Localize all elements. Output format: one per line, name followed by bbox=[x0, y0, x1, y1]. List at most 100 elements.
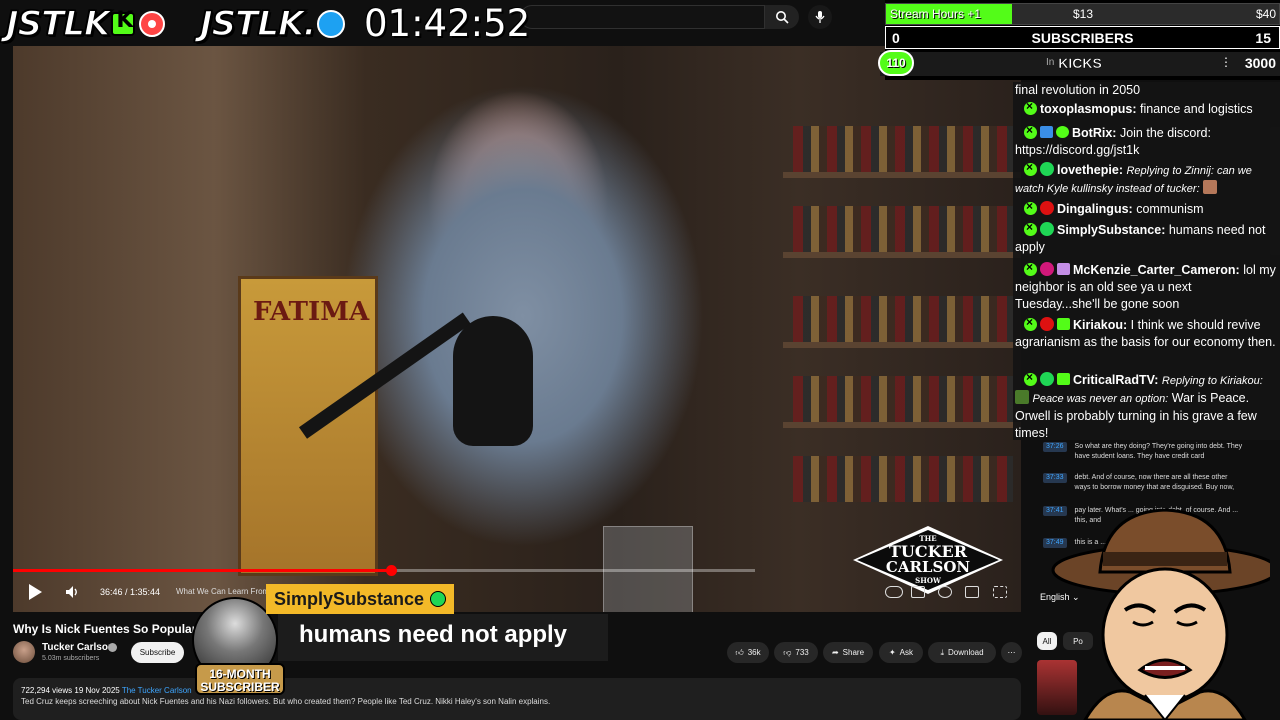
video-title: Why Is Nick Fuentes So Popular? N bbox=[13, 622, 216, 636]
video-progress-bar[interactable] bbox=[13, 565, 755, 576]
kebab-icon[interactable]: ⋮ bbox=[1220, 55, 1232, 69]
gift-badge-icon bbox=[1057, 263, 1070, 275]
chat-message: final revolution in 2050 bbox=[1015, 82, 1277, 99]
chat-message: BotRix: Join the discord: https://discor… bbox=[1015, 122, 1277, 159]
kick-badge-icon bbox=[1024, 98, 1037, 115]
progress-fill bbox=[13, 569, 392, 572]
more-actions-button[interactable]: ⋯ bbox=[1001, 642, 1022, 663]
video-description: Ted Cruz keeps screeching about Nick Fue… bbox=[21, 697, 551, 706]
kick-badge-icon bbox=[1024, 219, 1037, 236]
logo-carlson: CARLSON bbox=[885, 558, 971, 576]
kick-badge-icon bbox=[1024, 259, 1037, 276]
chat-username: lovethepie: bbox=[1057, 163, 1123, 177]
subscriber-alert-name: SimplySubstance bbox=[266, 584, 455, 614]
like-button[interactable]: 👍︎ 36k bbox=[727, 642, 769, 663]
sparkle-icon: ✦ bbox=[888, 648, 896, 657]
subscriber-alert-message: humans need not apply bbox=[278, 614, 608, 661]
chat-message: McKenzie_Carter_Cameron: lol my neighbor… bbox=[1015, 259, 1277, 313]
autoplay-toggle-icon[interactable] bbox=[885, 586, 903, 598]
thumbs-up-icon: 👍︎ bbox=[735, 647, 744, 657]
microphone bbox=[453, 316, 533, 446]
download-icon: ⤓ bbox=[940, 647, 944, 657]
chat-username: BotRix: bbox=[1072, 126, 1117, 140]
transcript-text: So what are they doing? They're going in… bbox=[1074, 443, 1243, 460]
share-label: Share bbox=[842, 648, 865, 657]
search-input[interactable] bbox=[520, 5, 765, 29]
transcript-row[interactable]: 37:26 So what are they doing? They're goi… bbox=[1043, 442, 1253, 462]
video-player[interactable]: FATIMA THE TUCKER CARLSON SHOW bbox=[13, 46, 1021, 612]
alert-username: SimplySubstance bbox=[274, 588, 425, 609]
chat-username: McKenzie_Carter_Cameron: bbox=[1073, 263, 1240, 277]
gift-badge-icon bbox=[1057, 318, 1070, 330]
brand-logo-twitter: JSTLK. bbox=[199, 3, 346, 45]
chat-message: CriticalRadTV: Replying to Kiriakou: Pea… bbox=[1015, 369, 1277, 440]
kicks-goal: In KICKS ⋮ 3000 110 bbox=[878, 50, 1280, 76]
channel-link[interactable]: The Tucker Carlson bbox=[122, 686, 192, 695]
search-button[interactable] bbox=[765, 5, 799, 29]
poster-text: FATIMA bbox=[253, 297, 370, 327]
thumbs-down-icon: 👎︎ bbox=[783, 647, 792, 657]
kick-badge-icon bbox=[1024, 159, 1037, 176]
shelf bbox=[783, 342, 1021, 348]
microphone-icon bbox=[815, 11, 825, 23]
transcript-row[interactable]: 37:33 debt. And of course, now there are … bbox=[1043, 473, 1253, 493]
more-icon: ⋯ bbox=[1007, 648, 1016, 657]
red-dot-icon bbox=[1040, 317, 1054, 331]
play-icon[interactable] bbox=[29, 584, 42, 600]
chat-username: Kiriakou: bbox=[1073, 318, 1128, 332]
channel-name[interactable]: Tucker Carlson bbox=[42, 642, 114, 653]
chat-text: final revolution in 2050 bbox=[1015, 83, 1141, 97]
subscribe-button[interactable]: Subscribe bbox=[131, 642, 184, 663]
download-label: Download bbox=[947, 648, 984, 657]
time-display: 36:46 / 1:35:44 bbox=[100, 587, 161, 597]
emote-icon bbox=[1203, 180, 1218, 194]
chat-username: SimplySubstance: bbox=[1057, 223, 1166, 237]
chat-overlay: final revolution in 2050 toxoplasmopus: … bbox=[1013, 82, 1280, 440]
kicks-count: 110 bbox=[878, 50, 914, 76]
chapter-title[interactable]: What We Can Learn From t bbox=[176, 587, 274, 596]
bookshelf bbox=[793, 296, 1013, 342]
red-dot-icon bbox=[1040, 201, 1054, 215]
video-meta: 722,294 views 19 Nov 2025 The Tucker Car… bbox=[21, 686, 192, 695]
shelf bbox=[783, 252, 1021, 258]
green-dot-icon bbox=[1040, 222, 1054, 236]
gift-badge-icon bbox=[1057, 373, 1070, 385]
kick-badge-icon bbox=[1024, 198, 1037, 215]
volume-icon[interactable] bbox=[65, 585, 81, 601]
kick-icon bbox=[111, 8, 136, 36]
twitter-icon bbox=[317, 10, 346, 38]
chat-reply-quote: Peace was never an option: bbox=[1032, 393, 1169, 405]
chat-message: toxoplasmopus: finance and logistics bbox=[1015, 98, 1277, 118]
kick-badge-icon bbox=[1024, 314, 1037, 331]
transcript-time: 37:33 bbox=[1043, 473, 1067, 483]
pink-dot-icon bbox=[1040, 262, 1054, 276]
chat-username: toxoplasmopus: bbox=[1040, 102, 1137, 116]
miniplayer-icon[interactable] bbox=[965, 586, 979, 598]
channel-avatar[interactable] bbox=[13, 641, 35, 663]
fullscreen-icon[interactable] bbox=[993, 586, 1007, 598]
verified-icon bbox=[108, 643, 117, 652]
chat-message: lovethepie: Replying to Zinnij: can we w… bbox=[1015, 159, 1277, 198]
settings-gear-icon[interactable] bbox=[938, 586, 952, 598]
dislike-button[interactable]: 👎︎ 733 bbox=[774, 642, 818, 663]
subscriber-badge: 16-MONTH SUBSCRIBER bbox=[195, 663, 285, 695]
badge-line-2: SUBSCRIBER bbox=[200, 680, 280, 694]
ask-button[interactable]: ✦ Ask bbox=[879, 642, 923, 663]
download-button[interactable]: ⤓ Download bbox=[928, 642, 996, 663]
detective-mascot-avatar bbox=[1051, 508, 1270, 720]
player-controls: 36:46 / 1:35:44 What We Can Learn From t bbox=[13, 578, 1021, 608]
subs-max: 15 bbox=[1255, 30, 1271, 46]
shelf bbox=[783, 422, 1021, 428]
chat-text: I think we should revive agrarianism as … bbox=[1015, 318, 1276, 349]
record-icon bbox=[139, 11, 166, 37]
dislike-count: 733 bbox=[795, 648, 809, 657]
subtitles-icon[interactable] bbox=[911, 586, 925, 598]
stream-clock: 01:42:52 bbox=[364, 2, 531, 45]
chat-username: CriticalRadTV: bbox=[1073, 373, 1159, 387]
voice-search-button[interactable] bbox=[808, 5, 832, 29]
share-button[interactable]: ➦ Share bbox=[823, 642, 873, 663]
green-dot-icon bbox=[1040, 372, 1054, 386]
chat-reply: Replying to Kiriakou: bbox=[1161, 375, 1263, 387]
pepe-emote-icon bbox=[1015, 390, 1029, 404]
bookshelf bbox=[793, 376, 1013, 422]
